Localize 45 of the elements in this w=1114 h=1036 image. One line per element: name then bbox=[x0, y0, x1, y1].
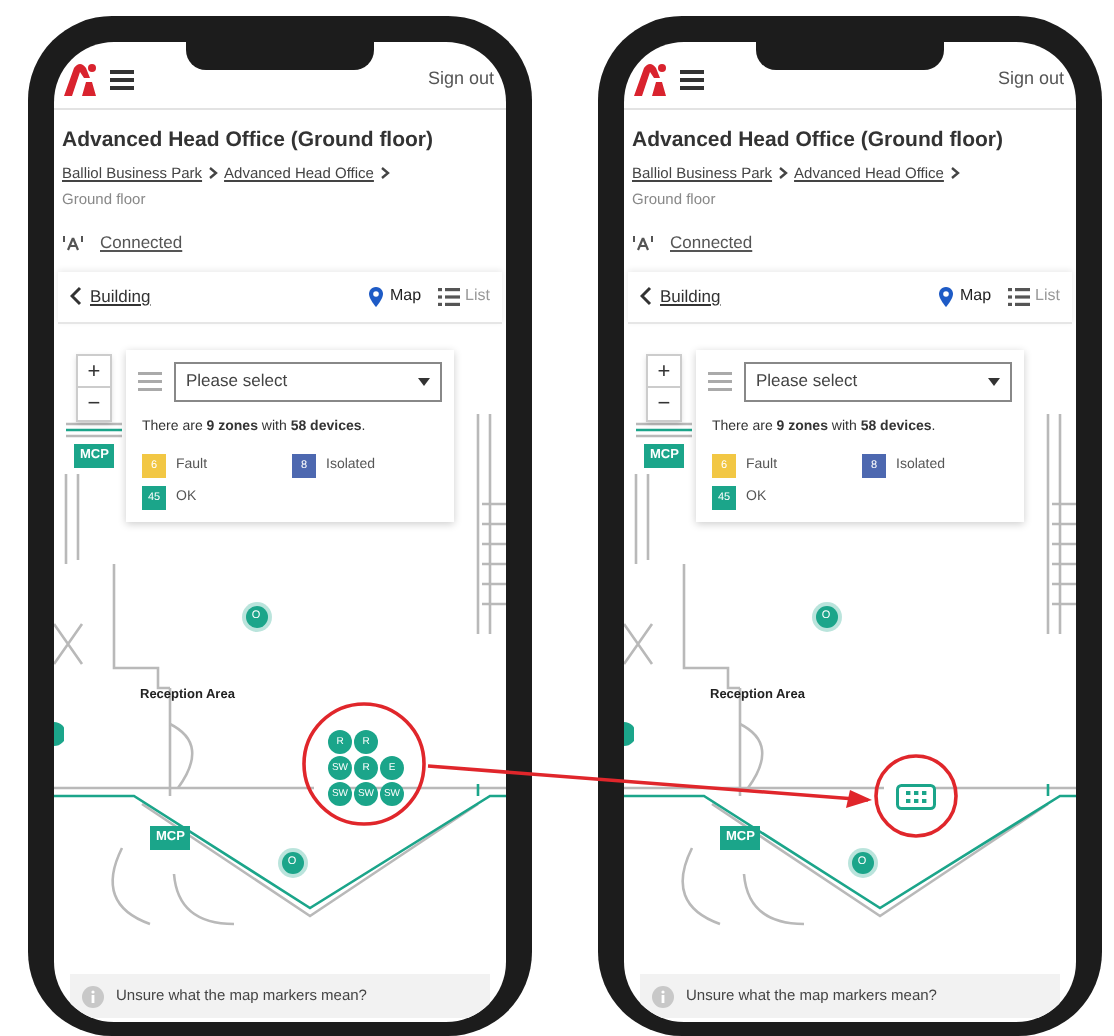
select-placeholder: Please select bbox=[186, 368, 290, 395]
sign-out-link[interactable]: Sign out bbox=[997, 65, 1064, 93]
chevron-icon bbox=[208, 166, 219, 180]
logo-icon bbox=[62, 61, 98, 97]
highlight-circle bbox=[300, 699, 428, 828]
device-marker-icon bbox=[54, 721, 64, 746]
chevron-icon bbox=[949, 166, 960, 180]
connection-status-link[interactable]: Connected bbox=[670, 230, 753, 256]
logo-icon bbox=[632, 61, 668, 97]
drag-handle-icon bbox=[138, 371, 162, 392]
device-marker-icon bbox=[624, 721, 634, 746]
back-link[interactable]: Building bbox=[660, 283, 721, 310]
chevron-icon bbox=[379, 166, 390, 180]
antenna-icon bbox=[62, 233, 84, 252]
info-icon bbox=[652, 985, 674, 1007]
back-icon bbox=[640, 286, 652, 307]
info-icon bbox=[82, 985, 104, 1007]
device-group-icon bbox=[896, 783, 936, 810]
zone-select[interactable]: Please select bbox=[174, 361, 442, 402]
menu-icon bbox=[110, 69, 134, 89]
connection-status-link[interactable]: Connected bbox=[100, 230, 183, 256]
map-tab[interactable]: Map bbox=[367, 284, 422, 309]
zoom-out-button[interactable]: − bbox=[648, 387, 680, 420]
zone-select[interactable]: Please select bbox=[744, 361, 1012, 402]
map-pin-icon bbox=[367, 285, 384, 308]
map-pin-icon bbox=[937, 285, 954, 308]
list-icon bbox=[437, 287, 460, 306]
highlight-circle bbox=[872, 751, 960, 840]
page-title: Advanced Head Office (Ground floor) bbox=[62, 126, 436, 154]
zoom-in-button[interactable]: + bbox=[648, 355, 680, 388]
dropdown-caret-icon bbox=[418, 377, 430, 386]
list-icon bbox=[1007, 287, 1030, 306]
back-link[interactable]: Building bbox=[90, 283, 151, 310]
select-placeholder: Please select bbox=[756, 368, 860, 395]
antenna-icon bbox=[632, 233, 654, 252]
map-tab[interactable]: Map bbox=[937, 284, 992, 309]
sign-out-link[interactable]: Sign out bbox=[427, 65, 494, 93]
dropdown-caret-icon bbox=[988, 377, 1000, 386]
back-icon bbox=[70, 286, 82, 307]
drag-handle-icon bbox=[708, 371, 732, 392]
chevron-icon bbox=[778, 166, 789, 180]
menu-icon bbox=[680, 69, 704, 89]
zoom-out-button[interactable]: − bbox=[78, 387, 110, 420]
page-title: Advanced Head Office (Ground floor) bbox=[632, 126, 1006, 154]
zoom-in-button[interactable]: + bbox=[78, 355, 110, 388]
